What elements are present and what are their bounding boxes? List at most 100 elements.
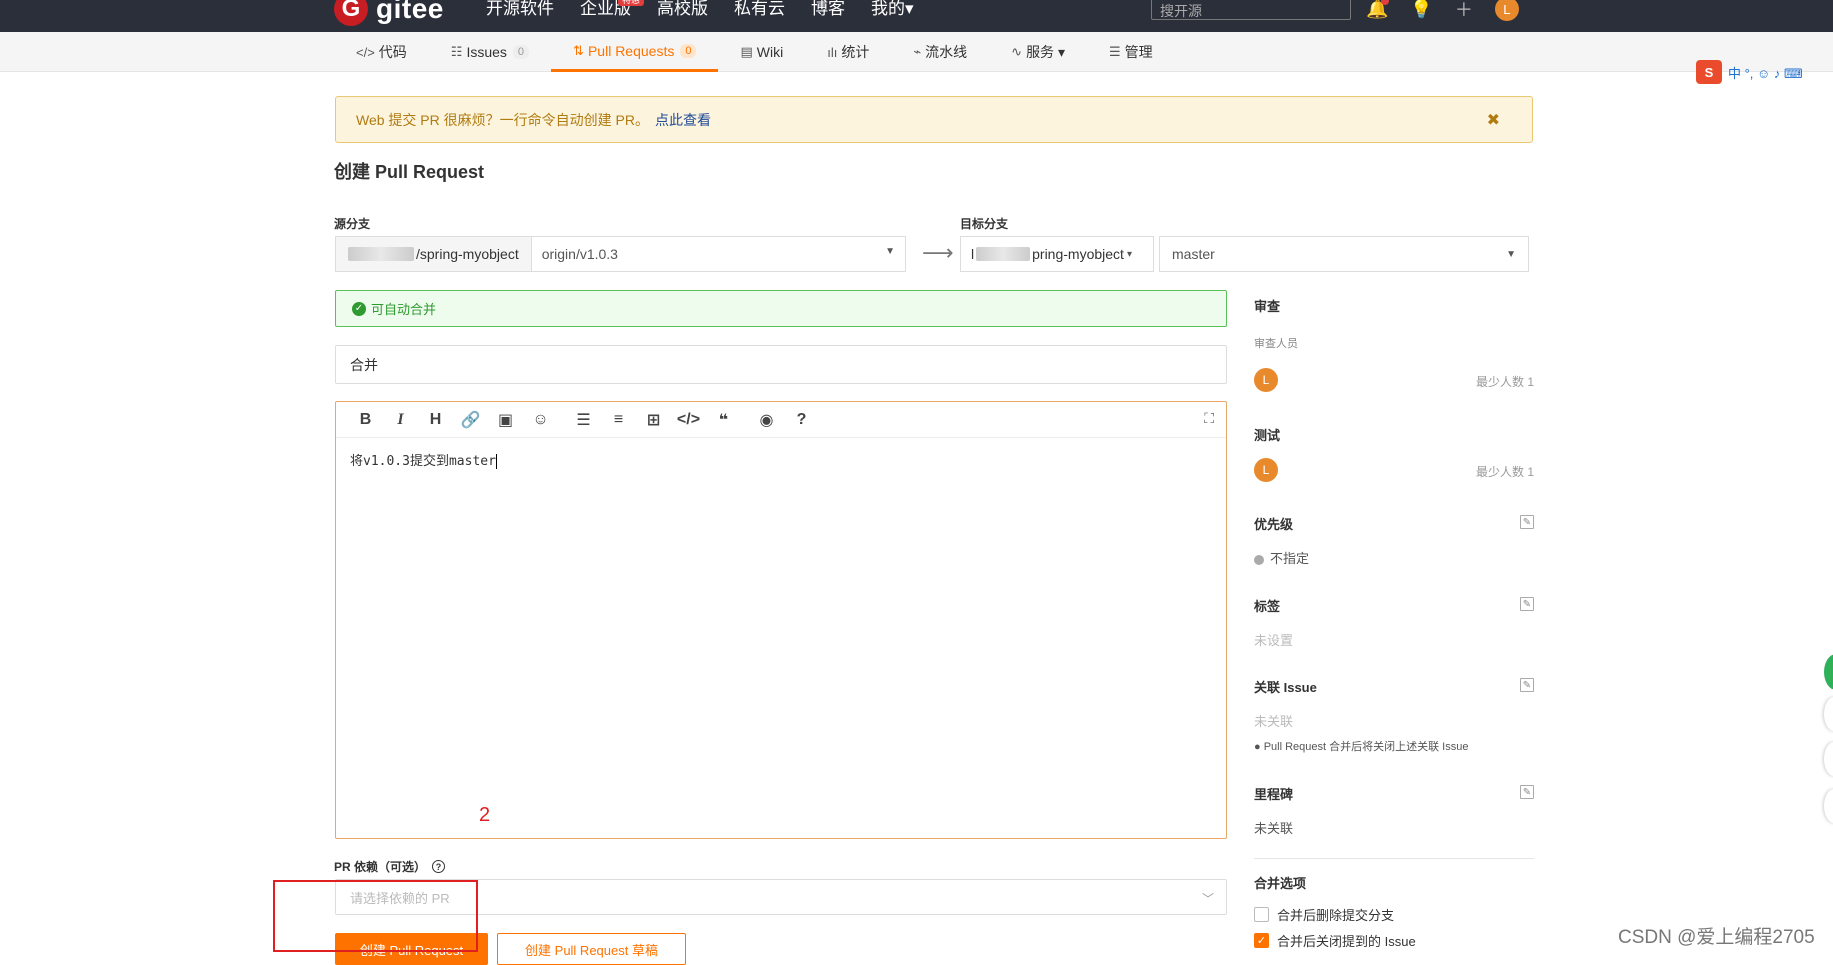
tab-label: Issues — [466, 44, 507, 60]
nav-private-cloud[interactable]: 私有云 — [734, 0, 785, 20]
nav-open-source[interactable]: 开源软件 — [486, 0, 554, 20]
floating-button[interactable] — [1824, 789, 1833, 823]
target-repo-selector[interactable]: l pring-myobject ▾ — [960, 236, 1154, 272]
lightbulb-icon[interactable]: 💡 — [1410, 0, 1432, 20]
divider — [1254, 858, 1534, 859]
tab-pipeline[interactable]: ⌁ 流水线 — [891, 32, 989, 72]
markdown-editor[interactable]: B I H 🔗 ▣ ☺ ☰ ≡ ⊞ </> ❝ ◉ ? ⛶ 将v1.0.3提交到… — [335, 401, 1227, 839]
tab-issues[interactable]: ☷ Issues 0 — [429, 32, 551, 72]
tab-label: 代码 — [378, 44, 407, 60]
checkbox[interactable] — [1254, 907, 1269, 922]
sogou-logo: S — [1696, 60, 1722, 84]
issue-hint: ● Pull Request 合并后将关闭上述关联 Issue — [1254, 738, 1468, 754]
notice-link[interactable]: 点此查看 — [655, 110, 711, 130]
checkbox-checked[interactable]: ✓ — [1254, 933, 1269, 948]
ime-toolbar[interactable]: S 中 °, ☺ ♪ ⌨ — [1696, 60, 1803, 84]
logo-text: gitee — [376, 0, 444, 24]
priority-value: 不指定 — [1254, 548, 1309, 567]
chevron-down-icon: ﹀ — [1201, 892, 1214, 906]
linked-issue-title: 关联 Issue — [1254, 680, 1317, 695]
nav-mine[interactable]: 我的▾ — [871, 0, 914, 20]
editor-text: 将v1.0.3提交到master — [350, 454, 496, 469]
reviewer-avatar[interactable]: L — [1254, 368, 1278, 392]
option-label: 合并后关闭提到的 Issue — [1277, 934, 1416, 949]
review-title: 审查 — [1254, 299, 1281, 314]
emoji-icon[interactable]: ☺ — [523, 411, 558, 429]
tab-label: Pull Requests — [587, 42, 675, 59]
issues-icon: ☷ — [450, 44, 463, 59]
close-icon[interactable]: ✖ — [1487, 110, 1500, 130]
edit-issue-icon[interactable]: ✎ — [1520, 678, 1534, 692]
italic-icon[interactable]: I — [383, 411, 418, 429]
delete-branch-option[interactable]: 合并后删除提交分支 — [1254, 905, 1394, 924]
tester-min-count: 最少人数 1 — [1475, 465, 1534, 479]
nav-blog[interactable]: 博客 — [811, 0, 845, 20]
gitee-logo[interactable]: G gitee — [334, 0, 444, 26]
source-branch-dropdown[interactable]: origin/v1.0.3 ▼ — [532, 246, 905, 262]
link-icon[interactable]: 🔗 — [453, 410, 488, 430]
priority-text: 不指定 — [1270, 551, 1310, 566]
nav-university[interactable]: 高校版 — [657, 0, 708, 20]
tab-label: 流水线 — [925, 44, 968, 60]
info-icon: ● — [1254, 741, 1264, 753]
fullscreen-icon[interactable]: ⛶ — [1204, 410, 1214, 427]
plus-icon[interactable]: ＋ — [1455, 0, 1473, 22]
editor-content[interactable]: 将v1.0.3提交到master — [336, 438, 1226, 481]
merge-options-title: 合并选项 — [1254, 876, 1307, 891]
create-draft-pr-button[interactable]: 创建 Pull Request 草稿 — [497, 933, 686, 965]
pull-request-icon: ⇅ — [573, 42, 584, 58]
redacted-owner — [976, 247, 1031, 261]
edit-labels-icon[interactable]: ✎ — [1520, 597, 1534, 611]
editor-toolbar: B I H 🔗 ▣ ☺ ☰ ≡ ⊞ </> ❝ ◉ ? ⛶ — [336, 402, 1226, 438]
edit-priority-icon[interactable]: ✎ — [1520, 515, 1534, 529]
floating-button-green[interactable] — [1824, 654, 1833, 690]
source-branch-selector[interactable]: /spring-myobject origin/v1.0.3 ▼ — [335, 236, 906, 272]
code-icon[interactable]: </> — [671, 411, 706, 429]
reviewer-min-count: 最少人数 1 — [1475, 375, 1534, 389]
tab-pull-requests[interactable]: ⇅ Pull Requests 0 — [551, 32, 719, 72]
bullet-list-icon[interactable]: ☰ — [566, 410, 601, 430]
floating-button[interactable] — [1824, 742, 1833, 776]
floating-button[interactable] — [1824, 697, 1833, 731]
manage-icon: ☰ — [1108, 44, 1121, 59]
tab-stats[interactable]: ılı 统计 — [805, 32, 891, 72]
wiki-icon: ▤ — [740, 44, 753, 59]
labels-value: 未设置 — [1254, 633, 1294, 648]
edit-milestone-icon[interactable]: ✎ — [1520, 785, 1534, 799]
bell-icon[interactable]: 🔔 — [1366, 0, 1389, 20]
source-branch-value: origin/v1.0.3 — [541, 246, 618, 262]
preview-icon[interactable]: ◉ — [749, 410, 784, 430]
caret-down-icon: ▼ — [885, 246, 895, 257]
tab-wiki[interactable]: ▤ Wiki — [718, 32, 805, 72]
nav-enterprise[interactable]: 企业版 特惠 — [580, 0, 645, 20]
tab-manage[interactable]: ☰ 管理 — [1087, 32, 1175, 72]
bold-icon[interactable]: B — [348, 411, 383, 429]
target-repo-name: pring-myobject — [1032, 246, 1124, 262]
image-icon[interactable]: ▣ — [488, 410, 523, 430]
tab-code[interactable]: </> 代码 — [334, 32, 429, 72]
tab-label: Wiki — [756, 44, 784, 60]
question-icon[interactable]: ? — [432, 860, 446, 873]
numbered-list-icon[interactable]: ≡ — [601, 411, 636, 429]
close-issue-option[interactable]: ✓ 合并后关闭提到的 Issue — [1254, 931, 1416, 950]
repo-tabs: </> 代码 ☷ Issues 0 ⇅ Pull Requests 0 ▤ Wiki ılı… — [0, 32, 1833, 72]
heading-icon[interactable]: H — [418, 411, 453, 429]
top-nav-menu: 开源软件 企业版 特惠 高校版 私有云 博客 我的▾ — [486, 0, 914, 20]
search-input[interactable]: 搜开源 — [1151, 0, 1351, 20]
pr-title-input[interactable]: 合并 — [335, 345, 1227, 384]
notification-dot — [1381, 0, 1389, 5]
target-branch-dropdown[interactable]: master ▼ — [1159, 236, 1529, 272]
count-badge: 0 — [512, 45, 530, 59]
reviewers-label: 审查人员 — [1254, 338, 1298, 350]
tester-avatar[interactable]: L — [1254, 458, 1278, 482]
target-repo: l pring-myobject ▾ — [961, 246, 1142, 262]
dependency-label-text: PR 依赖（可选） — [334, 860, 427, 874]
table-icon[interactable]: ⊞ — [636, 410, 671, 430]
tab-services[interactable]: ∿ 服务 ▾ — [989, 32, 1087, 72]
annotation-number: 2 — [479, 804, 491, 826]
quote-icon[interactable]: ❝ — [706, 410, 741, 430]
help-icon[interactable]: ? — [784, 411, 819, 429]
avatar[interactable]: L — [1494, 0, 1519, 21]
caret-down-icon: ▾ — [1126, 248, 1132, 260]
top-actions: 🔔 💡 ＋ L — [1366, 0, 1519, 22]
